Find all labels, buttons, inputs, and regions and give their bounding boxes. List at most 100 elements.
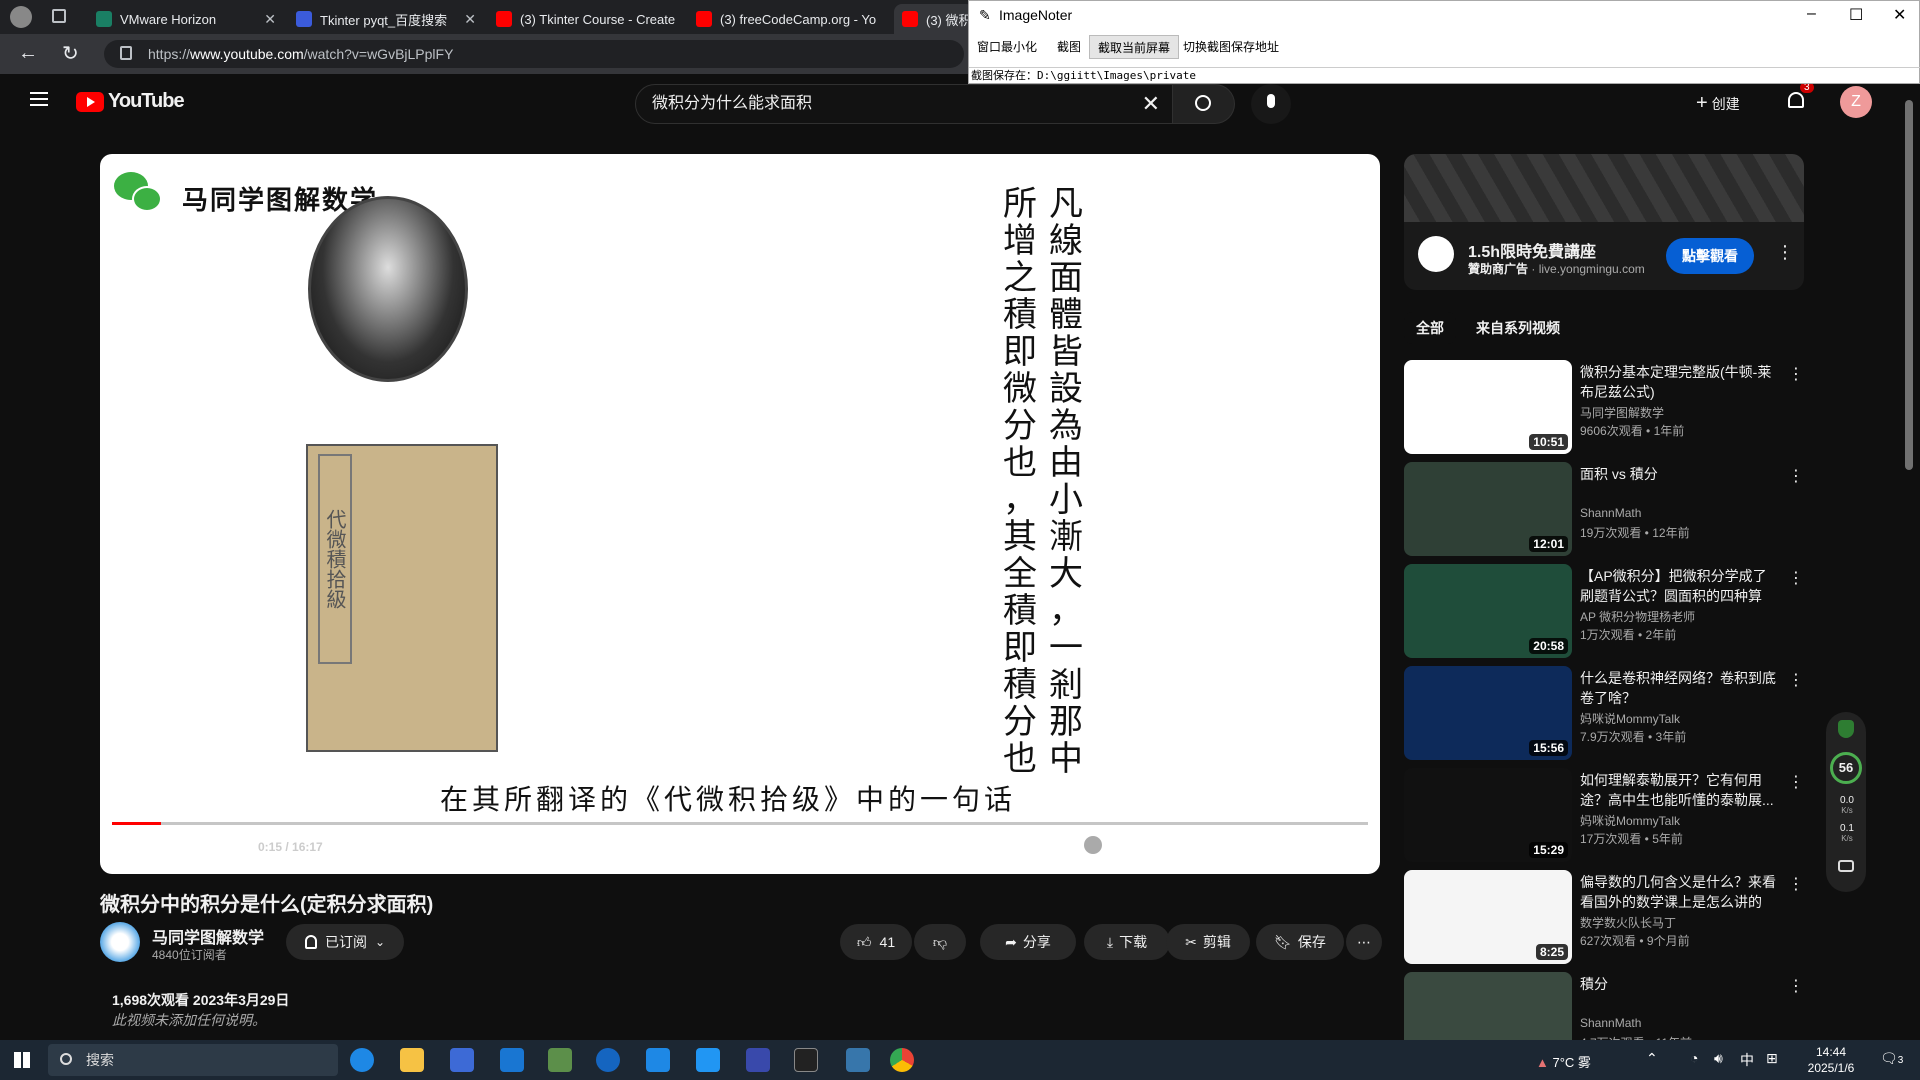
channel-avatar[interactable]: [100, 922, 140, 962]
save-button[interactable]: 🔖︎ 保存: [1256, 924, 1344, 960]
python-icon[interactable]: [846, 1048, 870, 1072]
screenshot-menu[interactable]: 截图: [1049, 35, 1089, 59]
video-thumbnail[interactable]: 10:51: [1404, 360, 1572, 454]
browser-tab[interactable]: (3) freeCodeCamp.org - Yo: [688, 4, 884, 34]
more-icon[interactable]: ⋮: [1788, 568, 1804, 588]
more-actions-button[interactable]: ⋯: [1346, 924, 1382, 960]
chip-all[interactable]: 全部: [1404, 312, 1456, 344]
download-button[interactable]: ⤓ 下载: [1084, 924, 1170, 960]
search-input[interactable]: 微积分为什么能求面积 ✕: [635, 84, 1173, 124]
close-button[interactable]: ✕: [1893, 5, 1906, 25]
recommended-channel-name[interactable]: AP 微积分物理杨老师: [1580, 608, 1695, 625]
video-thumbnail[interactable]: 15:56: [1404, 666, 1572, 760]
edge-icon[interactable]: [350, 1048, 374, 1072]
more-icon[interactable]: ⋮: [1788, 364, 1804, 384]
voice-search-button[interactable]: [1251, 84, 1291, 124]
ad-cta-button[interactable]: 點擊觀看: [1666, 238, 1754, 274]
recommended-video-title[interactable]: 什么是卷积神经网络？卷积到底卷了啥？: [1580, 668, 1780, 708]
wifi-icon[interactable]: ◔: [1690, 1050, 1698, 1066]
back-icon[interactable]: ←: [18, 42, 38, 65]
recommended-video[interactable]: 10:51 微积分基本定理完整版(牛顿-莱布尼兹公式) 马同学图解数学 9606次观看…: [1404, 360, 1920, 456]
pause-icon[interactable]: [1084, 836, 1102, 854]
chrome-icon[interactable]: [890, 1048, 914, 1072]
recommended-video[interactable]: 20:58 【AP微积分】把微积分学成了刷题背公式？圆面积的四种算法... AP 微…: [1404, 564, 1920, 660]
network-speed-widget[interactable]: 56 0.0 K/s 0.1 K/s: [1826, 712, 1866, 892]
search-tool-icon[interactable]: [596, 1048, 620, 1072]
store-icon[interactable]: [450, 1048, 474, 1072]
more-icon[interactable]: ⋮: [1788, 976, 1804, 996]
maximize-button[interactable]: ☐: [1849, 5, 1863, 25]
recommended-channel-name[interactable]: 马同学图解数学: [1580, 404, 1664, 421]
more-icon[interactable]: ⋮: [1788, 772, 1804, 792]
mail-icon[interactable]: [500, 1048, 524, 1072]
video-thumbnail[interactable]: 8:25: [1404, 870, 1572, 964]
app-icon[interactable]: [746, 1048, 770, 1072]
browser-tab[interactable]: Tkinter pyqt_百度搜索 ✕: [288, 4, 484, 34]
recommended-channel-name[interactable]: 妈咪说MommyTalk: [1580, 710, 1680, 727]
site-info-icon[interactable]: [120, 46, 132, 60]
close-icon[interactable]: ✕: [464, 11, 476, 28]
ime-indicator[interactable]: 中: [1740, 1050, 1754, 1070]
youtube-logo[interactable]: YouTube: [76, 90, 185, 113]
browser-tab-active[interactable]: (3) 微积: [894, 4, 974, 34]
video-thumbnail[interactable]: 12:01: [1404, 462, 1572, 556]
ad-more-icon[interactable]: ⋮: [1776, 242, 1794, 263]
search-button[interactable]: [1173, 84, 1235, 124]
channel-name[interactable]: 马同学图解数学: [152, 924, 264, 948]
ad-banner[interactable]: [1404, 154, 1804, 222]
minimize-button[interactable]: –: [1807, 5, 1816, 23]
description-box[interactable]: 1,698次观看 2023年3月29日 此视频未添加任何说明。: [100, 982, 1380, 1038]
app-icon[interactable]: [696, 1048, 720, 1072]
recommended-video-title[interactable]: 偏导数的几何含义是什么？来看看国外的数学课上是怎么讲的: [1580, 872, 1780, 912]
subscribed-button[interactable]: 已订阅 ⌄: [286, 924, 404, 960]
recommended-channel-name[interactable]: 数学数火队长马丁: [1580, 914, 1676, 931]
dislike-button[interactable]: 👎︎: [914, 924, 966, 960]
keyboard-icon[interactable]: ⊞: [1766, 1050, 1778, 1067]
clip-button[interactable]: ✂ 剪辑: [1166, 924, 1250, 960]
change-save-path-menu[interactable]: 切换截图保存地址: [1175, 35, 1287, 59]
video-thumbnail[interactable]: 20:58: [1404, 564, 1572, 658]
recommended-channel-name[interactable]: ShannMath: [1580, 506, 1641, 520]
file-explorer-icon[interactable]: [400, 1048, 424, 1072]
recommended-channel-name[interactable]: 妈咪说MommyTalk: [1580, 812, 1680, 829]
tray-up-icon[interactable]: ⌃: [1646, 1050, 1658, 1067]
recommended-video-title[interactable]: 【AP微积分】把微积分学成了刷题背公式？圆面积的四种算法...: [1580, 566, 1780, 606]
browser-tab[interactable]: (3) Tkinter Course - Create: [488, 4, 684, 34]
app-icon[interactable]: [548, 1048, 572, 1072]
video-thumbnail[interactable]: 15:29: [1404, 768, 1572, 862]
start-windows-icon[interactable]: [14, 1052, 30, 1068]
page-scrollbar[interactable]: [1904, 96, 1914, 1026]
recommended-video-title[interactable]: 微积分基本定理完整版(牛顿-莱布尼兹公式): [1580, 362, 1780, 402]
taskbar-search-box[interactable]: 搜索: [48, 1044, 338, 1076]
url-field[interactable]: https://www.youtube.com/watch?v=wGvBjLPp…: [104, 40, 964, 68]
minimize-window-menu[interactable]: 窗口最小化: [969, 35, 1045, 59]
recommended-video[interactable]: 12:01 面积 vs 積分 ShannMath 19万次观看 • 12年前 ⋮: [1404, 462, 1920, 558]
volume-icon[interactable]: 🔊︎: [1714, 1050, 1723, 1067]
profile-avatar[interactable]: [10, 6, 32, 28]
recommended-channel-name[interactable]: ShannMath: [1580, 1016, 1641, 1030]
more-icon[interactable]: ⋮: [1788, 670, 1804, 690]
browser-tab[interactable]: VMware Horizon ✕: [88, 4, 284, 34]
weather-widget[interactable]: ▲ 7°C 雾: [1536, 1052, 1591, 1071]
capture-screen-menu[interactable]: 截取当前屏幕: [1089, 35, 1180, 59]
close-icon[interactable]: ✕: [264, 11, 276, 28]
more-icon[interactable]: ⋮: [1788, 466, 1804, 486]
account-avatar[interactable]: Z: [1840, 86, 1872, 118]
vscode-icon[interactable]: [646, 1048, 670, 1072]
recommended-video-title[interactable]: 如何理解泰勒展开？它有何用途？高中生也能听懂的泰勒展...: [1580, 770, 1780, 810]
progress-bar[interactable]: [112, 822, 1368, 825]
notifications-button[interactable]: 3: [1786, 82, 1814, 112]
menu-icon[interactable]: [30, 92, 48, 106]
scrollbar-thumb[interactable]: [1905, 100, 1913, 470]
chip-series[interactable]: 来自系列视频: [1464, 312, 1572, 344]
recommended-video-title[interactable]: 積分: [1580, 974, 1780, 994]
video-player[interactable]: 马同学图解数学 代微積拾級 凡線面體皆設為由小漸大，一剎那中 所增之積即微分也，…: [100, 154, 1380, 874]
terminal-icon[interactable]: [794, 1048, 818, 1072]
like-button[interactable]: 👍︎ 41: [840, 924, 912, 960]
reload-icon[interactable]: ↻: [62, 41, 79, 66]
share-button[interactable]: ➦ 分享: [980, 924, 1076, 960]
recommended-video-title[interactable]: 面积 vs 積分: [1580, 464, 1780, 484]
camera-icon[interactable]: [1838, 860, 1854, 872]
ad-card[interactable]: 1.5h限時免費講座 贊助商广告 · live.yongmingu.com 點擊…: [1404, 222, 1804, 290]
create-button[interactable]: + 创建: [1696, 92, 1740, 115]
